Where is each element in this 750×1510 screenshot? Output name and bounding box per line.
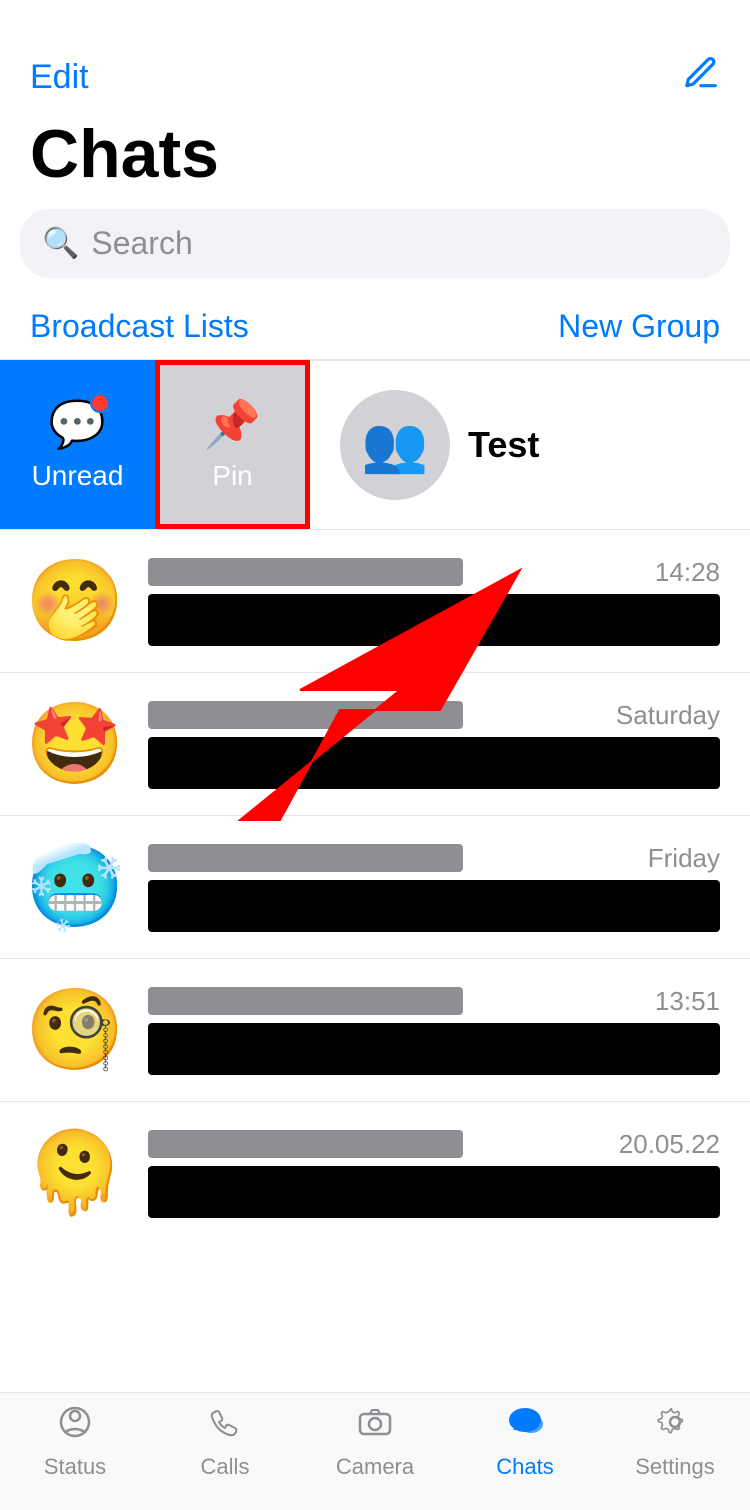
chat-header-row: 13:51 — [148, 986, 720, 1017]
tab-calls[interactable]: Calls — [150, 1404, 300, 1480]
tab-status-label: Status — [44, 1454, 106, 1480]
tab-settings-label: Settings — [635, 1454, 715, 1480]
chat-name-bar — [148, 844, 463, 872]
unread-label: Unread — [32, 460, 124, 492]
chats-active-icon — [505, 1404, 545, 1450]
chat-message-bar — [148, 880, 720, 932]
chat-name-bar — [148, 1130, 463, 1158]
chat-content: Friday — [148, 843, 720, 932]
chat-header-row: Saturday — [148, 700, 720, 731]
chat-content: 20.05.22 — [148, 1129, 720, 1218]
tab-chats-label: Chats — [496, 1454, 553, 1480]
camera-icon — [357, 1404, 393, 1450]
chat-time: 13:51 — [655, 986, 720, 1017]
chat-content: 13:51 — [148, 986, 720, 1075]
group-name: Test — [468, 424, 539, 466]
search-bar[interactable]: 🔍 Search — [20, 209, 730, 278]
chat-item[interactable]: 🤩 Saturday — [0, 672, 750, 815]
new-group-button[interactable]: New Group — [558, 308, 720, 345]
header: Edit — [0, 0, 750, 111]
chat-message-bar — [148, 1023, 720, 1075]
chat-message-bar — [148, 737, 720, 789]
tab-status[interactable]: Status — [0, 1404, 150, 1480]
chat-list: 🤭 14:28 🤩 Saturday 🥶 — [0, 529, 750, 1244]
chat-item[interactable]: 🫠 20.05.22 — [0, 1101, 750, 1244]
filter-row: 💬 Unread 📌 Pin 👥 Test — [0, 359, 750, 529]
search-icon: 🔍 — [42, 226, 79, 261]
edit-button[interactable]: Edit — [30, 58, 89, 97]
filter-unread-button[interactable]: 💬 Unread — [0, 360, 155, 529]
chat-message-bar — [148, 1166, 720, 1218]
search-input[interactable]: Search — [91, 225, 192, 262]
tab-camera[interactable]: Camera — [300, 1404, 450, 1480]
status-icon — [57, 1404, 93, 1450]
chat-item[interactable]: 🧐 13:51 — [0, 958, 750, 1101]
chat-time: 14:28 — [655, 557, 720, 588]
chat-name-bar — [148, 987, 463, 1015]
chat-avatar: 🧐 — [20, 975, 130, 1085]
chat-header-row: Friday — [148, 843, 720, 874]
filter-pin-wrapper: 📌 Pin — [155, 360, 310, 529]
tab-camera-label: Camera — [336, 1454, 414, 1480]
search-container: 🔍 Search — [0, 209, 750, 298]
unread-dot — [90, 393, 110, 413]
chat-avatar: 🤩 — [20, 689, 130, 799]
chat-message-bar — [148, 594, 720, 646]
chat-header-row: 20.05.22 — [148, 1129, 720, 1160]
group-avatar-icon: 👥 — [361, 414, 428, 477]
broadcast-lists-button[interactable]: Broadcast Lists — [30, 308, 249, 345]
pin-icon: 📌 — [204, 397, 261, 452]
tab-calls-label: Calls — [201, 1454, 250, 1480]
pin-label: Pin — [212, 460, 252, 492]
group-avatar: 👥 — [340, 390, 450, 500]
chat-content: 14:28 — [148, 557, 720, 646]
chat-avatar: 🫠 — [20, 1118, 130, 1228]
chat-item[interactable]: 🤭 14:28 — [0, 529, 750, 672]
chat-avatar: 🥶 — [20, 832, 130, 942]
tab-settings[interactable]: Settings — [600, 1404, 750, 1480]
compose-icon[interactable] — [682, 54, 720, 101]
tab-bar: Status Calls Camera Chats — [0, 1392, 750, 1510]
calls-icon — [207, 1404, 243, 1450]
test-group-item[interactable]: 👥 Test — [310, 360, 750, 529]
chat-name-bar — [148, 701, 463, 729]
chat-item[interactable]: 🥶 Friday — [0, 815, 750, 958]
filter-pin-button[interactable]: 📌 Pin — [160, 365, 305, 524]
chat-content: Saturday — [148, 700, 720, 789]
page-title: Chats — [0, 111, 750, 209]
settings-icon — [657, 1404, 693, 1450]
chat-avatar: 🤭 — [20, 546, 130, 656]
chat-time: Friday — [648, 843, 720, 874]
tab-chats[interactable]: Chats — [450, 1404, 600, 1480]
chat-header-row: 14:28 — [148, 557, 720, 588]
unread-chat-icon: 💬 — [49, 397, 106, 452]
chat-time: Saturday — [616, 700, 720, 731]
chat-time: 20.05.22 — [619, 1129, 720, 1160]
chat-name-bar — [148, 558, 463, 586]
actions-row: Broadcast Lists New Group — [0, 298, 750, 359]
